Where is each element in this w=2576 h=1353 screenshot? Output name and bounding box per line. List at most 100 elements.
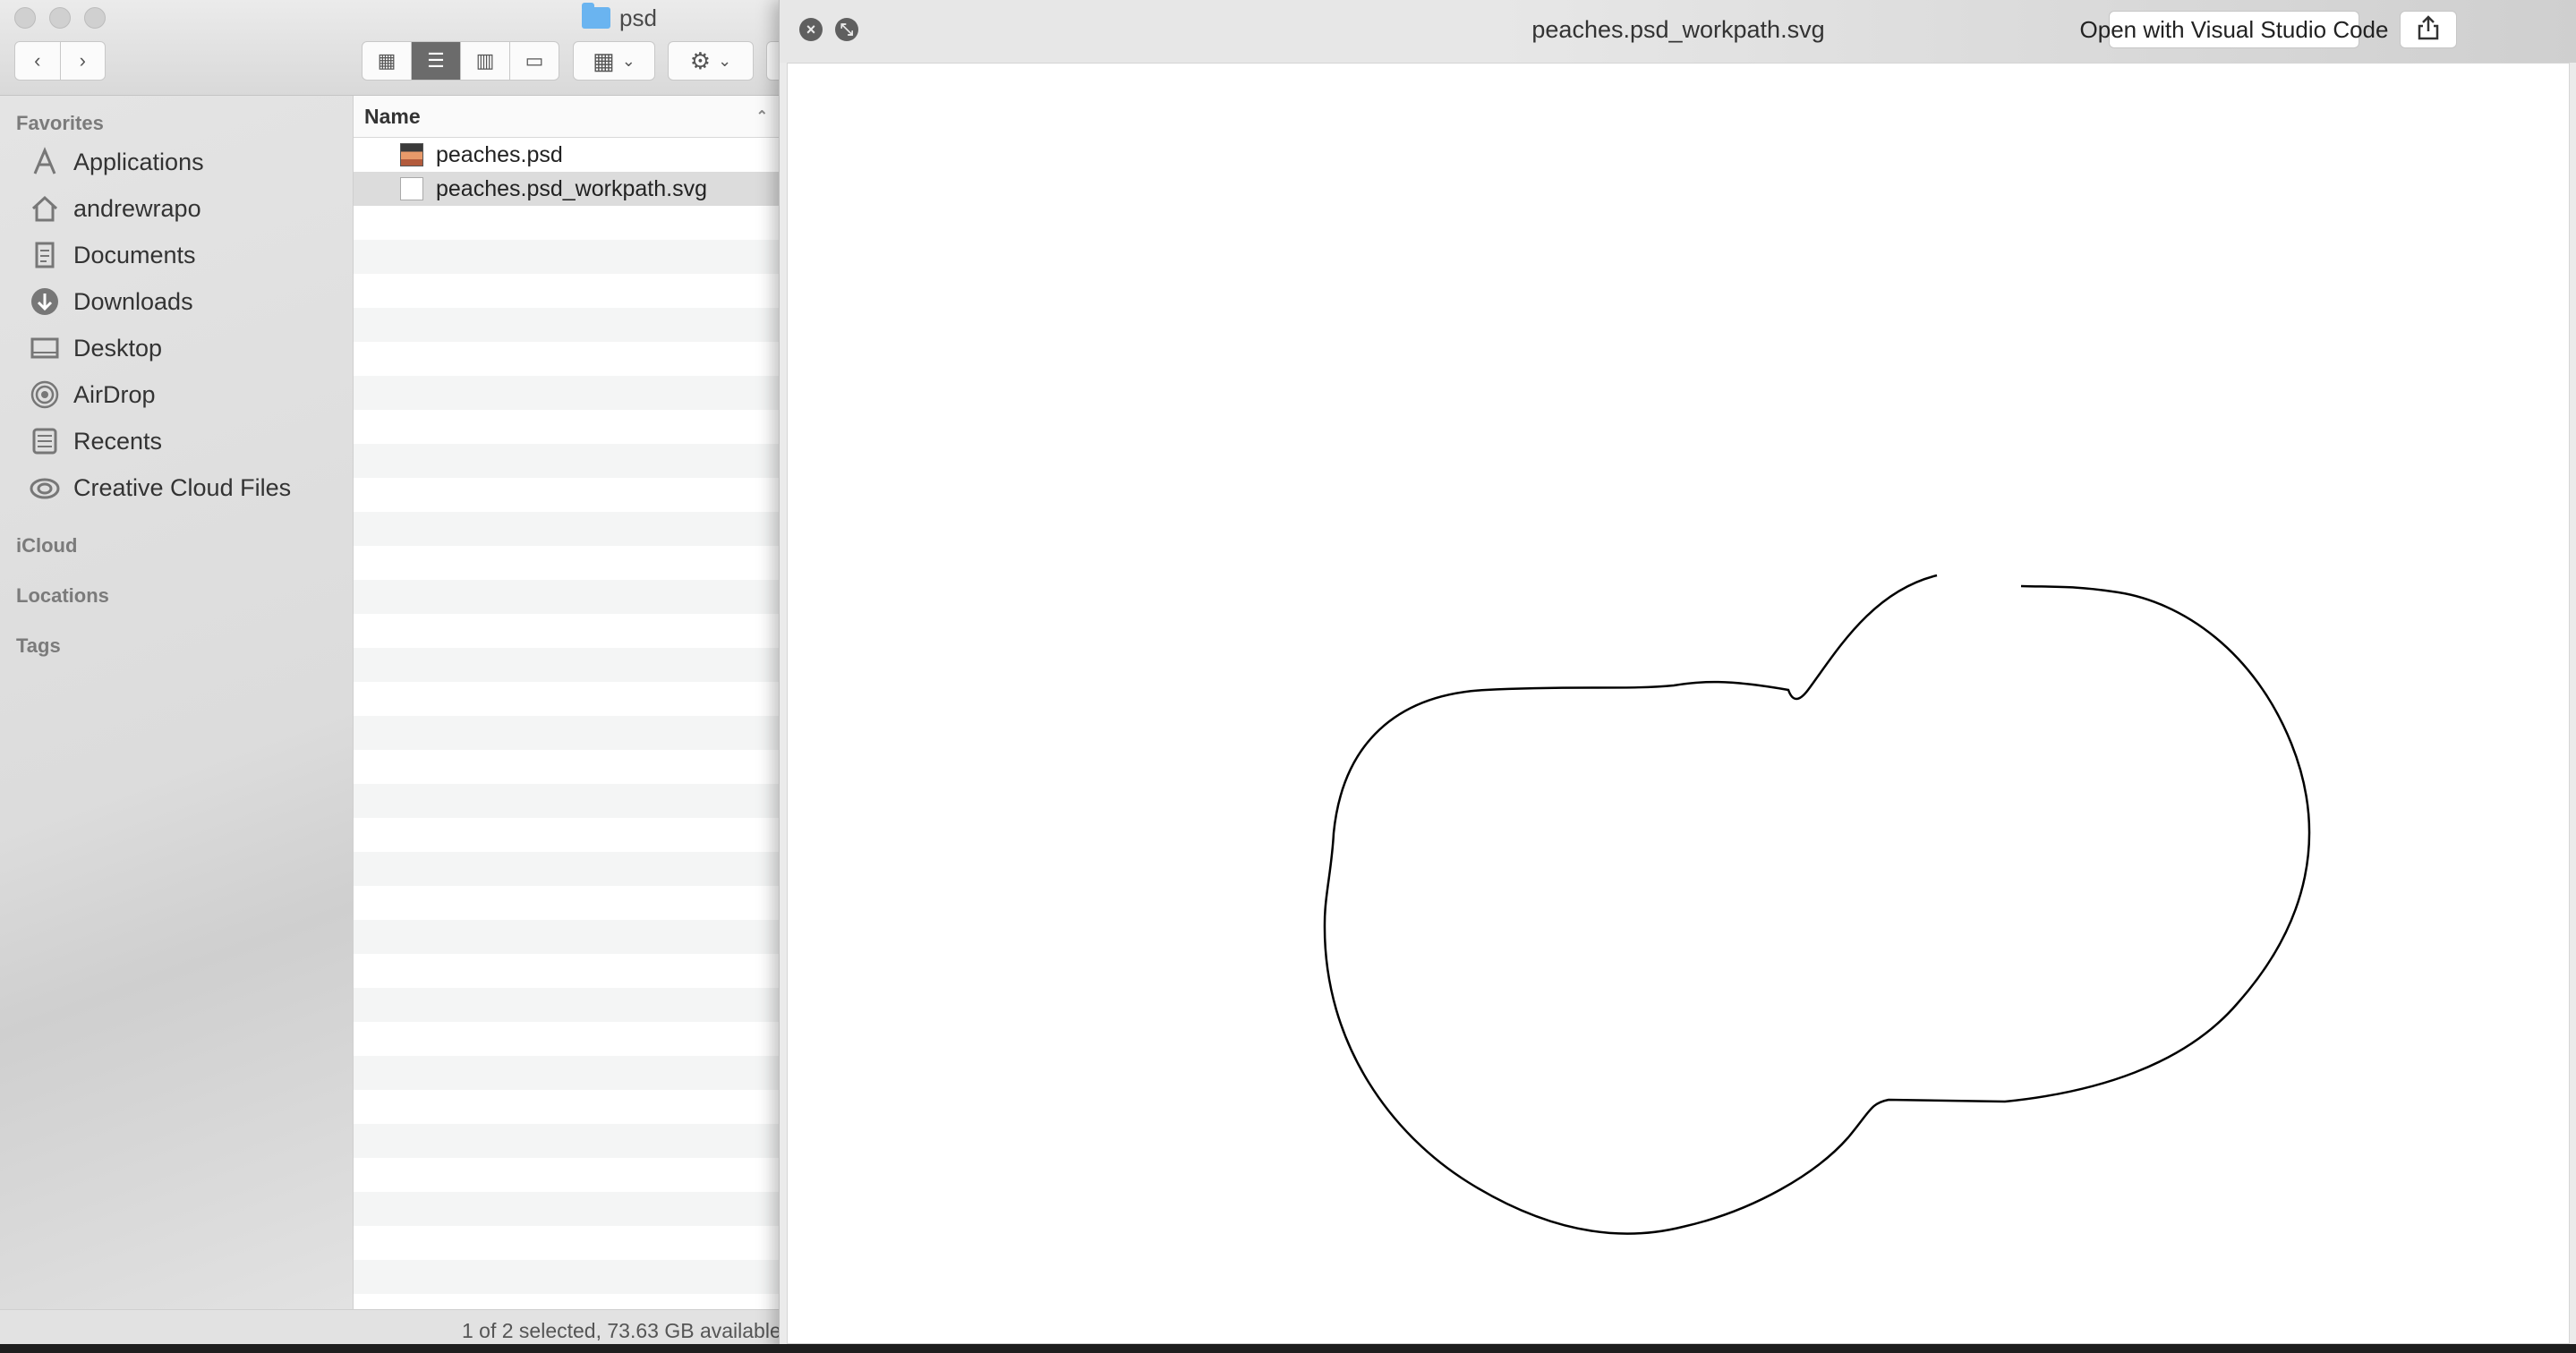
columns-icon: ▥ [475,49,495,72]
view-mode-selector: ▦ ☰ ▥ ▭ [362,41,559,81]
empty-row [354,580,780,614]
column-view-button[interactable]: ▥ [461,42,510,80]
finder-toolbar: psd ‹ › ▦ ☰ ▥ ▭ ▦ ⌄ ⚙ ⌄ [0,0,780,96]
sidebar-item-recents[interactable]: Recents [29,421,162,461]
fullscreen-icon[interactable]: ⤡ [835,18,858,41]
sidebar-item-label: Downloads [73,287,193,315]
window-title-label: psd [619,4,657,31]
list-view-button[interactable]: ☰ [412,42,461,80]
sidebar-item-label: Creative Cloud Files [73,473,292,501]
action-menu-button[interactable]: ⚙ ⌄ [668,41,754,81]
file-row-svg[interactable]: peaches.psd_workpath.svg [354,172,780,206]
applications-icon [29,146,61,178]
empty-row [354,852,780,886]
navigation-buttons: ‹ › [14,41,106,81]
empty-row [354,410,780,444]
empty-row [354,512,780,546]
chevron-left-icon: ‹ [34,49,41,72]
empty-row [354,614,780,648]
empty-row [354,920,780,954]
empty-row [354,444,780,478]
workpath-outline [1323,574,2311,1235]
quicklook-titlebar: × ⤡ peaches.psd_workpath.svg Open with V… [780,0,2576,63]
empty-row [354,1090,780,1124]
close-icon[interactable]: × [799,18,823,41]
empty-row [354,648,780,682]
download-icon [29,285,61,318]
locations-heading[interactable]: Locations [16,584,109,608]
empty-row [354,240,780,274]
document-file-icon [400,177,423,200]
file-name: peaches.psd_workpath.svg [436,175,707,201]
gallery-icon: ▭ [525,49,544,72]
icon-view-button[interactable]: ▦ [363,42,412,80]
empty-row [354,818,780,852]
file-row-psd[interactable]: peaches.psd [354,138,780,172]
svg-preview-canvas [787,63,2570,1344]
zoom-window-button[interactable] [84,7,106,29]
finder-window: psd ‹ › ▦ ☰ ▥ ▭ ▦ ⌄ ⚙ ⌄ Favorites Applic… [0,0,780,1353]
creative-cloud-icon [29,472,61,504]
empty-row [354,784,780,818]
empty-row [354,478,780,512]
empty-row [354,1056,780,1090]
grid-icon: ▦ [593,47,615,74]
empty-row [354,1158,780,1192]
sidebar-item-label: Documents [73,241,196,268]
empty-row [354,750,780,784]
empty-row [354,954,780,988]
sidebar-item-downloads[interactable]: Downloads [29,282,193,321]
name-column-header[interactable]: Name ⌃ [354,96,780,138]
chevron-right-icon: › [79,49,86,72]
empty-row [354,716,780,750]
home-icon [29,192,61,225]
sidebar-item-desktop[interactable]: Desktop [29,328,162,368]
empty-row [354,206,780,240]
sidebar-item-label: AirDrop [73,380,156,408]
status-text: 1 of 2 selected, 73.63 GB available [462,1319,780,1342]
file-list: Name ⌃ peaches.psd peaches.psd_workpath.… [354,96,780,1309]
sidebar-item-applications[interactable]: Applications [29,142,204,182]
empty-row [354,274,780,308]
chevron-down-icon: ⌄ [718,51,732,70]
sidebar-item-documents[interactable]: Documents [29,235,196,275]
sidebar-item-airdrop[interactable]: AirDrop [29,375,156,414]
sidebar-item-label: andrewrapo [73,194,201,222]
window-title: psd [582,3,657,32]
back-button[interactable]: ‹ [15,42,61,80]
empty-row [354,886,780,920]
favorites-heading: Favorites [16,112,104,134]
gear-icon: ⚙ [689,47,712,74]
name-column-label: Name [364,104,421,128]
empty-row [354,1022,780,1056]
icloud-heading[interactable]: iCloud [16,534,77,557]
tags-heading[interactable]: Tags [16,634,61,658]
close-window-button[interactable] [14,7,36,29]
share-icon [2417,14,2440,45]
group-by-button[interactable]: ▦ ⌄ [573,41,655,81]
chevron-down-icon: ⌄ [621,51,635,70]
gallery-view-button[interactable]: ▭ [510,42,559,80]
empty-row [354,682,780,716]
sidebar-item-home[interactable]: andrewrapo [29,189,201,228]
image-file-icon [400,143,423,166]
minimize-window-button[interactable] [49,7,71,29]
empty-row [354,1260,780,1294]
empty-row [354,1192,780,1226]
sidebar-item-label: Recents [73,427,163,455]
file-name: peaches.psd [436,141,563,167]
open-with-vscode-button[interactable]: Open with Visual Studio Code [2080,11,2388,48]
sort-ascending-icon: ⌃ [755,109,768,124]
sidebar-item-creative-cloud[interactable]: Creative Cloud Files [29,468,291,507]
desktop-edge [0,1344,2576,1353]
forward-button[interactable]: › [61,42,106,80]
quicklook-window: × ⤡ peaches.psd_workpath.svg Open with V… [779,0,2576,1353]
empty-row [354,376,780,410]
desktop-icon [29,332,61,364]
grid-icon: ▦ [377,49,397,72]
empty-row [354,308,780,342]
recents-icon [29,425,61,457]
airdrop-icon [29,379,61,411]
share-button[interactable] [2400,11,2457,48]
empty-row [354,1226,780,1260]
